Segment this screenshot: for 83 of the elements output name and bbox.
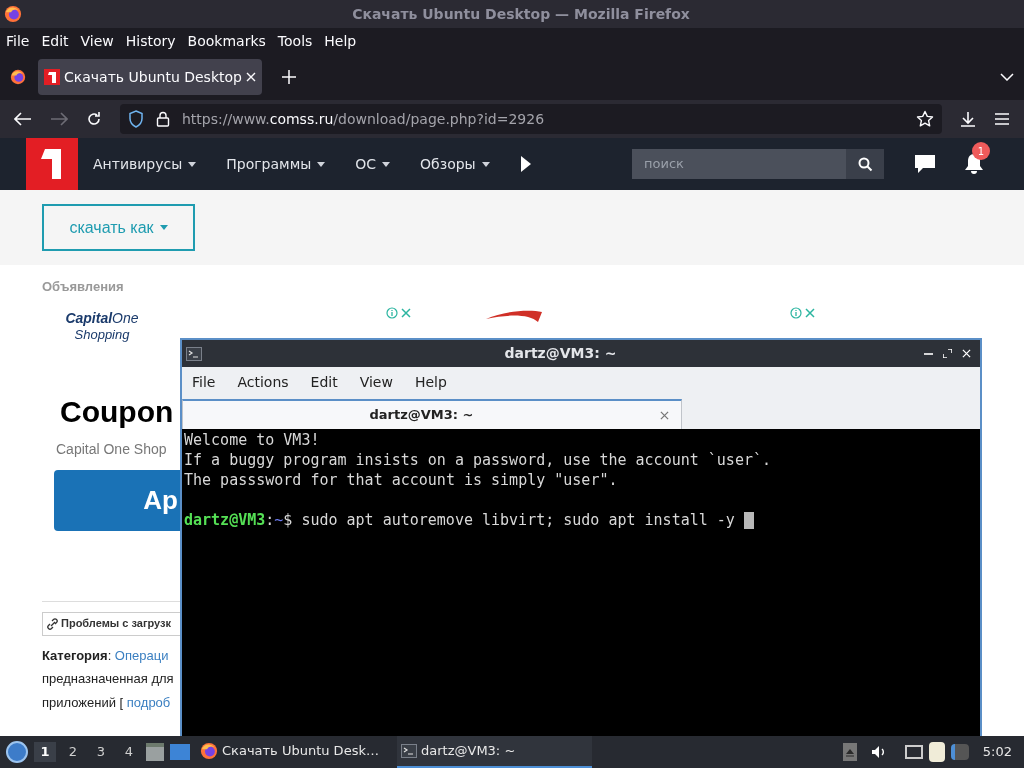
window-title: Скачать Ubuntu Desktop — Mozilla Firefox — [351, 4, 691, 24]
shield-icon — [128, 110, 144, 128]
workspace-button[interactable]: 2 — [62, 742, 84, 762]
terminal-line: Welcome to VM3! — [184, 430, 321, 450]
maximize-icon[interactable] — [943, 349, 952, 358]
url-text: https://www.comss.ru/download/page.php?id=2926 — [182, 109, 545, 129]
firefox-icon — [10, 69, 26, 85]
search-icon — [857, 156, 873, 172]
terminal-command: sudo apt autoremove libvirt; sudo apt install -y — [301, 510, 735, 530]
menu-item[interactable]: Edit — [41, 30, 69, 52]
download-icon[interactable] — [960, 111, 976, 127]
terminal-icon — [401, 744, 417, 758]
terminal-line: The passsword for that account is simply "user". — [184, 470, 619, 490]
caret-icon — [382, 161, 391, 167]
reload-icon[interactable] — [86, 111, 102, 127]
terminal-prompt: dartz@VM3:~$ — [184, 510, 293, 530]
menu-item[interactable]: Help — [324, 30, 357, 52]
terminal-icon — [186, 346, 202, 361]
site-logo[interactable] — [26, 138, 78, 190]
ad-info-icon[interactable] — [386, 306, 412, 319]
ad-button[interactable]: Ap — [54, 469, 180, 531]
nav-item[interactable]: ОС — [355, 153, 391, 175]
description-line: предназначенная для — [42, 670, 174, 688]
caret-icon — [159, 225, 168, 230]
problems-link[interactable]: Проблемы с загрузк — [61, 615, 171, 632]
browser-tab[interactable]: Скачать Ubuntu Desktop — [38, 59, 262, 95]
workspace-button[interactable]: 1 — [34, 742, 56, 762]
chat-icon[interactable] — [914, 154, 936, 174]
firefox-icon — [200, 742, 218, 760]
terminal-tab[interactable]: dartz@VM3: ~ — [182, 399, 682, 429]
taskbar-task[interactable]: Скачать Ubuntu Desk… — [196, 736, 391, 768]
notification-badge: 1 — [972, 142, 990, 160]
menu-item[interactable]: File — [6, 30, 30, 52]
cursor — [743, 511, 754, 529]
menu-item[interactable]: View — [359, 371, 393, 393]
forward-icon[interactable] — [50, 112, 68, 126]
new-tab-icon[interactable] — [281, 70, 296, 84]
bookmark-star-icon[interactable] — [916, 110, 934, 128]
ad-logo: CapitalOne Shopping — [64, 310, 140, 344]
start-menu-icon[interactable] — [6, 741, 28, 763]
nav-item[interactable]: Антивирусы — [93, 153, 197, 175]
back-icon[interactable] — [14, 112, 32, 126]
workspace-button[interactable]: 3 — [90, 742, 112, 762]
menu-item[interactable]: Tools — [277, 30, 313, 52]
category-link[interactable]: Операци — [114, 647, 169, 663]
network-icon[interactable] — [904, 745, 923, 759]
chevron-down-icon[interactable] — [1000, 73, 1014, 81]
lock-icon — [156, 111, 170, 127]
ad-info-icon[interactable] — [790, 306, 816, 319]
workspace-button[interactable]: 4 — [118, 742, 140, 762]
ad-headline: Coupon — [60, 396, 174, 427]
nav-item[interactable]: Программы — [226, 153, 326, 175]
menu-icon[interactable] — [994, 112, 1010, 126]
play-icon[interactable] — [519, 155, 532, 173]
search-button[interactable] — [846, 149, 884, 179]
caret-icon — [481, 161, 490, 167]
volume-icon[interactable] — [870, 745, 887, 759]
caret-icon — [317, 161, 326, 167]
ad-subtitle: Capital One Shop — [56, 439, 167, 459]
taskbar-task[interactable]: dartz@VM3: ~ — [397, 736, 592, 768]
menu-item[interactable]: Help — [414, 371, 447, 393]
window-title: dartz@VM3: ~ — [503, 344, 618, 363]
url-field[interactable]: https://www.comss.ru/download/page.php?id=2926 — [120, 104, 942, 134]
ad-logo-swoosh — [484, 308, 544, 323]
ads-heading: Объявления — [42, 278, 124, 296]
site-favicon — [44, 69, 60, 85]
description-line: приложений [ подроб — [42, 693, 171, 712]
notification-icon[interactable] — [950, 744, 969, 760]
link-icon — [47, 617, 58, 630]
menu-item[interactable]: File — [192, 371, 216, 393]
firefox-icon — [4, 5, 22, 23]
category-line: Категория: Операци — [42, 646, 169, 665]
menu-item[interactable]: History — [125, 30, 176, 52]
clock[interactable]: 5:02 — [982, 742, 1012, 762]
nav-item[interactable]: Обзоры — [420, 153, 490, 175]
menu-item[interactable]: View — [80, 30, 114, 52]
clipboard-icon[interactable] — [928, 742, 945, 762]
terminal-line: If a buggy program insists on a password, use the account `user`. — [184, 450, 772, 470]
menu-item[interactable]: Bookmarks — [187, 30, 266, 52]
caret-icon — [188, 161, 197, 167]
more-link[interactable]: подроб — [126, 694, 171, 710]
menu-item[interactable]: Actions — [237, 371, 289, 393]
menu-item[interactable]: Edit — [310, 371, 338, 393]
